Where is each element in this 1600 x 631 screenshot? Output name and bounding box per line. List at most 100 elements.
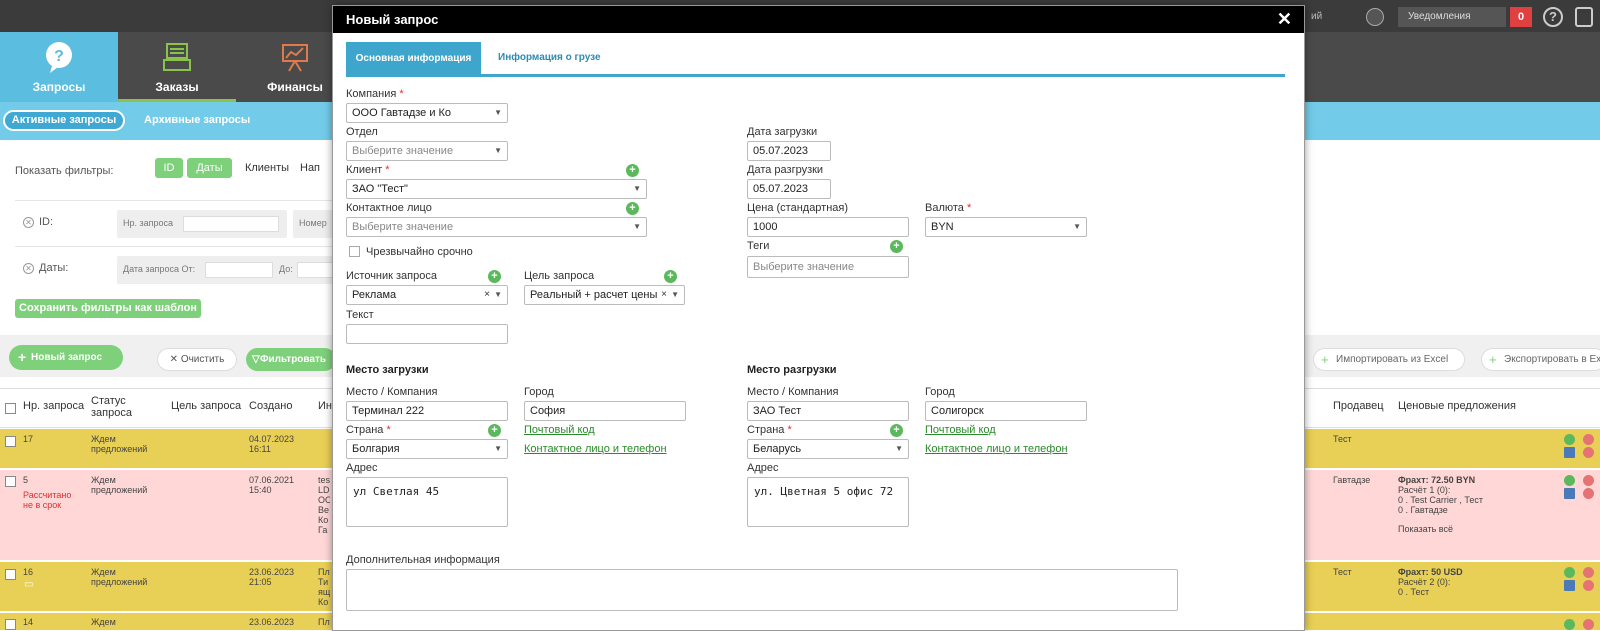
row-number[interactable]: 16 xyxy=(23,567,33,577)
row-checkbox[interactable] xyxy=(5,476,16,487)
approve-icon[interactable] xyxy=(1564,567,1575,578)
notifications-field[interactable]: Уведомления xyxy=(1398,7,1506,27)
client-select[interactable]: ЗАО "Тест" ▼ xyxy=(346,179,647,199)
close-icon[interactable]: ✕ xyxy=(1277,10,1292,28)
load-date-input[interactable]: 05.07.2023 xyxy=(747,141,831,161)
reject-icon[interactable] xyxy=(1583,619,1594,630)
add-contact-icon[interactable]: + xyxy=(626,202,639,215)
price-input[interactable]: 1000 xyxy=(747,217,909,237)
user-icon[interactable] xyxy=(1575,7,1593,27)
show-all-link[interactable]: Показать всё xyxy=(1398,524,1453,534)
reject-icon[interactable] xyxy=(1583,434,1594,445)
currency-select[interactable]: BYN ▼ xyxy=(925,217,1087,237)
unload-postal-code-link[interactable]: Почтовый код xyxy=(925,424,996,436)
unload-place-input[interactable]: ЗАО Тест xyxy=(747,401,909,421)
date-to-input[interactable] xyxy=(297,262,333,278)
date-from-input[interactable] xyxy=(205,262,273,278)
unload-contact-link[interactable]: Контактное лицо и телефон xyxy=(925,443,1068,455)
row-info: Пл Ти ящ Ко xyxy=(318,567,330,607)
offer-line[interactable]: 0 . Тест xyxy=(1398,587,1429,597)
save-filters-template-button[interactable]: Сохранить фильтры как шаблон xyxy=(15,299,201,318)
col-goal[interactable]: Цель запроса xyxy=(171,400,241,412)
export-excel-button[interactable]: + Экспортировать в Excel xyxy=(1481,348,1600,371)
col-price-offers[interactable]: Ценовые предложения xyxy=(1398,400,1516,412)
add-source-icon[interactable]: + xyxy=(488,270,501,283)
book-icon[interactable] xyxy=(1564,488,1575,499)
offer-line[interactable]: 0 . Test Carrier , Тест xyxy=(1398,495,1483,505)
import-excel-button[interactable]: + Импортировать из Excel xyxy=(1313,348,1465,371)
notifications-count-badge[interactable]: 0 xyxy=(1510,7,1532,27)
remove-icon[interactable] xyxy=(1583,488,1594,499)
filter-chip-direction[interactable]: Нап xyxy=(300,158,332,178)
load-country-select[interactable]: Болгария ▼ xyxy=(346,439,508,459)
add-unload-country-icon[interactable]: + xyxy=(890,424,903,437)
unload-country-select[interactable]: Беларусь ▼ xyxy=(747,439,909,459)
reject-icon[interactable] xyxy=(1583,567,1594,578)
approve-icon[interactable] xyxy=(1564,434,1575,445)
approve-icon[interactable] xyxy=(1564,475,1575,486)
reject-icon[interactable] xyxy=(1583,475,1594,486)
nav-orders[interactable]: Заказы xyxy=(118,32,236,102)
filter-chip-clients[interactable]: Клиенты xyxy=(237,158,297,178)
dept-select[interactable]: Выберите значение ▼ xyxy=(346,141,508,161)
clear-icon[interactable]: × xyxy=(484,289,490,300)
contact-select[interactable]: Выберите значение ▼ xyxy=(346,217,647,237)
remove-icon[interactable] xyxy=(1583,447,1594,458)
remove-filter-icon[interactable]: ✕ xyxy=(23,263,34,274)
new-request-button[interactable]: + Новый запрос xyxy=(9,345,123,370)
select-all-checkbox[interactable] xyxy=(5,403,16,414)
text-input[interactable] xyxy=(346,324,508,344)
col-info[interactable]: Ин xyxy=(318,400,332,412)
add-load-country-icon[interactable]: + xyxy=(488,424,501,437)
urgent-checkbox[interactable] xyxy=(349,246,360,257)
user-name[interactable]: ий xyxy=(1311,11,1322,22)
company-select[interactable]: ООО Гавтадзе и Ко ▼ xyxy=(346,103,508,123)
comment-icon[interactable]: ▭ xyxy=(24,580,33,590)
unload-date-input[interactable]: 05.07.2023 xyxy=(747,179,831,199)
book-icon[interactable] xyxy=(1564,580,1575,591)
book-icon[interactable] xyxy=(1564,447,1575,458)
approve-icon[interactable] xyxy=(1564,619,1575,630)
col-seller[interactable]: Продавец xyxy=(1333,400,1384,412)
nav-requests[interactable]: ? Запросы xyxy=(0,32,118,102)
load-address-textarea[interactable]: ул Светлая 45 xyxy=(346,477,508,527)
dept-label: Отдел xyxy=(346,126,378,138)
col-status[interactable]: Статус запроса xyxy=(91,395,161,419)
add-goal-icon[interactable]: + xyxy=(664,270,677,283)
load-place-input[interactable]: Терминал 222 xyxy=(346,401,508,421)
col-request-number[interactable]: Нр. запроса xyxy=(23,400,84,412)
row-checkbox[interactable] xyxy=(5,619,16,630)
row-checkbox[interactable] xyxy=(5,569,16,580)
help-icon[interactable]: ? xyxy=(1543,7,1563,27)
globe-icon[interactable] xyxy=(1366,8,1384,26)
filter-button[interactable]: ▽ Фильтровать xyxy=(246,348,336,371)
clear-button[interactable]: ✕ Очистить xyxy=(157,348,237,371)
filter-chip-dates[interactable]: Даты xyxy=(187,158,232,178)
tab-cargo-info[interactable]: Информация о грузе xyxy=(498,52,601,63)
tags-input[interactable]: Выберите значение xyxy=(747,256,909,278)
add-tag-icon[interactable]: + xyxy=(890,240,903,253)
remove-filter-icon[interactable]: ✕ xyxy=(23,217,34,228)
row-checkbox[interactable] xyxy=(5,436,16,447)
tab-main-info[interactable]: Основная информация xyxy=(346,42,481,75)
source-select[interactable]: Реклама × ▼ xyxy=(346,285,508,305)
col-created[interactable]: Создано xyxy=(249,400,292,412)
add-client-icon[interactable]: + xyxy=(626,164,639,177)
row-number[interactable]: 17 xyxy=(23,434,33,444)
goal-select[interactable]: Реальный + расчет цены × ▼ xyxy=(524,285,685,305)
load-city-input[interactable]: София xyxy=(524,401,686,421)
remove-icon[interactable] xyxy=(1583,580,1594,591)
load-contact-link[interactable]: Контактное лицо и телефон xyxy=(524,443,667,455)
filter-chip-id[interactable]: ID xyxy=(155,158,183,178)
request-number-input[interactable] xyxy=(183,216,279,232)
unload-city-input[interactable]: Солигорск xyxy=(925,401,1087,421)
unload-address-textarea[interactable]: ул. Цветная 5 офис 72 xyxy=(747,477,909,527)
row-number[interactable]: 5 xyxy=(23,475,28,485)
tab-archive-requests[interactable]: Архивные запросы xyxy=(144,114,250,126)
offer-line[interactable]: 0 . Гавтадзе xyxy=(1398,505,1448,515)
row-number[interactable]: 14 xyxy=(23,617,33,627)
extra-info-textarea[interactable] xyxy=(346,569,1178,611)
load-postal-code-link[interactable]: Почтовый код xyxy=(524,424,595,436)
tab-active-requests[interactable]: Активные запросы xyxy=(3,110,125,131)
clear-icon[interactable]: × xyxy=(661,289,667,300)
